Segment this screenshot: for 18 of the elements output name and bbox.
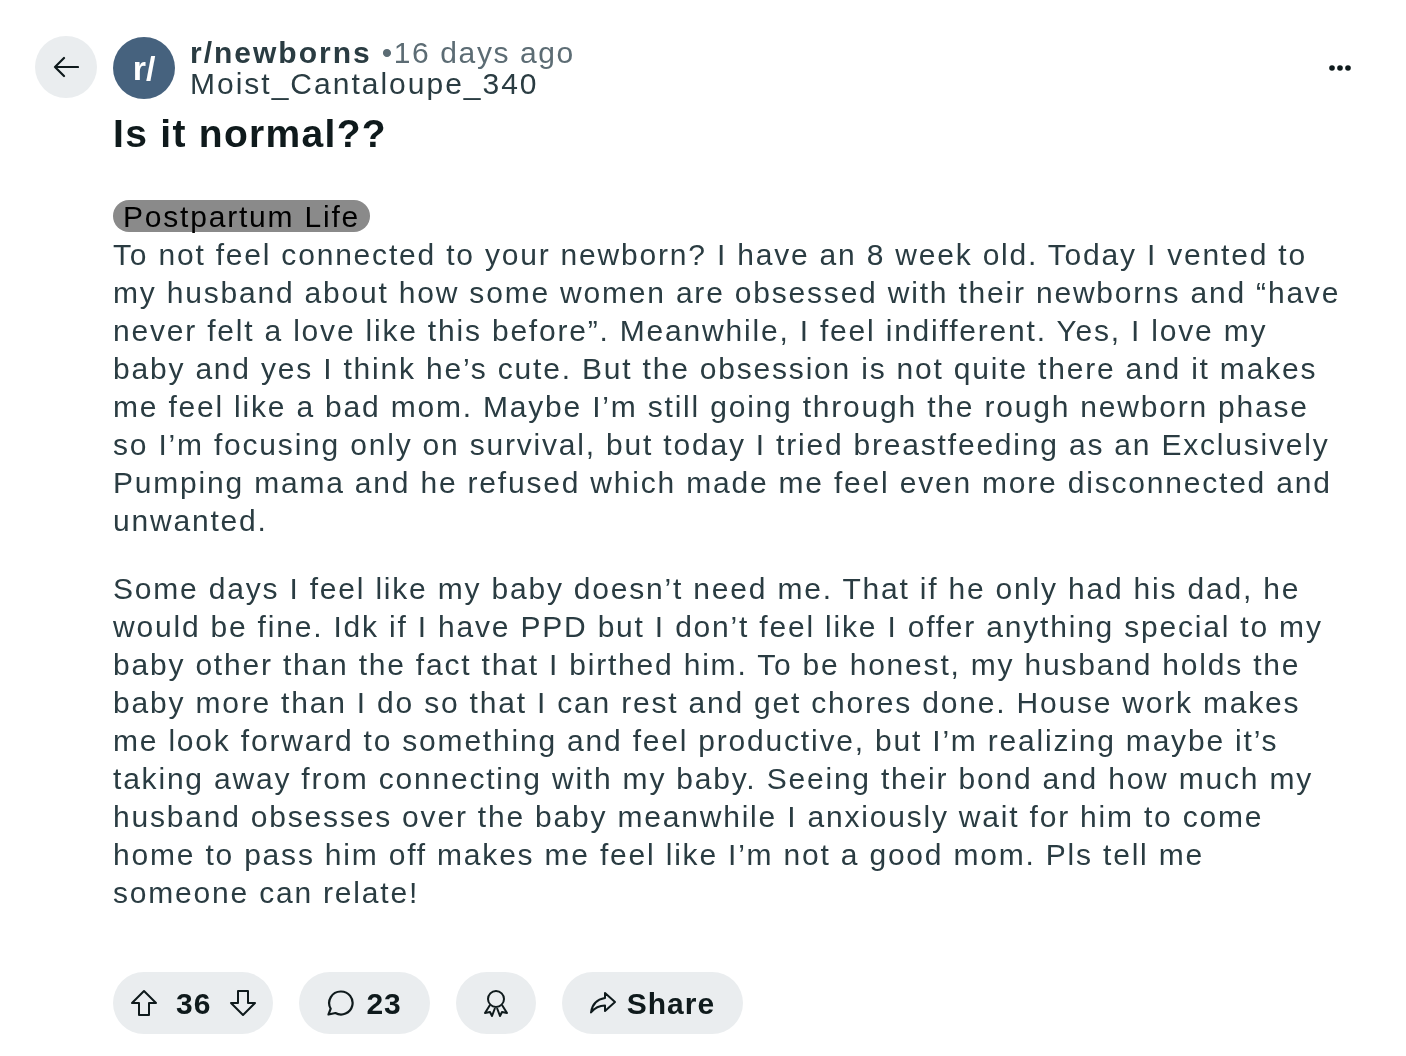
flair-tag[interactable]: Postpartum Life bbox=[113, 200, 371, 232]
body-paragraph: Some days I feel like my baby doesn’t need me. That if he only had his dad, he would be fine. Idk if I have PPD but I don’t feel like I offer anything special to my baby other than the fact that I birthed him. To be honest, my husband holds the baby more than I do so that I can rest and get chores done. House work makes me look forward to something and feel productive, but I’m realizing maybe it’s taking away from connecting with my baby. Seeing their bond and how much my husband obsesses over the baby meanwhile I anxiously wait for him to come home to pass him off makes me feel like I’m not a good mom. Pls tell me someone can relate! bbox=[113, 571, 1324, 911]
comments-button[interactable]: 23 bbox=[299, 972, 430, 1034]
body-paragraph: To not feel connected to your newborn? I have an 8 week old. Today I vented to my husband about how some women are obsessed with their newborns and “have never felt a love like this before”. Meanwhile, I feel indifferent. Yes, I love my baby and yes I think he’s cute. But the obsession is not quite there and it makes me feel like a bad mom. Maybe I’m still going through the rough newborn phase so I’m focusing only on survival, but today I tried breastfeeding as an Exclusively Pumping mama and he refused which made me feel even more disconnected and unwanted. bbox=[113, 237, 1342, 539]
author-name[interactable]: Moist_Cantaloupe_340 bbox=[190, 68, 539, 100]
arrow-down-icon[interactable] bbox=[229, 989, 258, 1017]
award-icon bbox=[482, 989, 509, 1017]
speech-bubble-icon bbox=[326, 989, 355, 1017]
share-button[interactable]: Share bbox=[561, 972, 744, 1034]
post-time: •16 days ago bbox=[381, 36, 575, 70]
post-title: Is it normal?? bbox=[113, 111, 387, 157]
vote-count: 36 bbox=[176, 985, 212, 1022]
arrow-left-icon bbox=[53, 56, 79, 78]
subreddit-avatar[interactable]: r/ bbox=[113, 37, 175, 99]
share-icon bbox=[588, 990, 617, 1016]
arrow-up-icon[interactable] bbox=[130, 989, 158, 1017]
subreddit-name[interactable]: r/newborns bbox=[190, 36, 372, 70]
more-icon bbox=[1329, 65, 1351, 71]
